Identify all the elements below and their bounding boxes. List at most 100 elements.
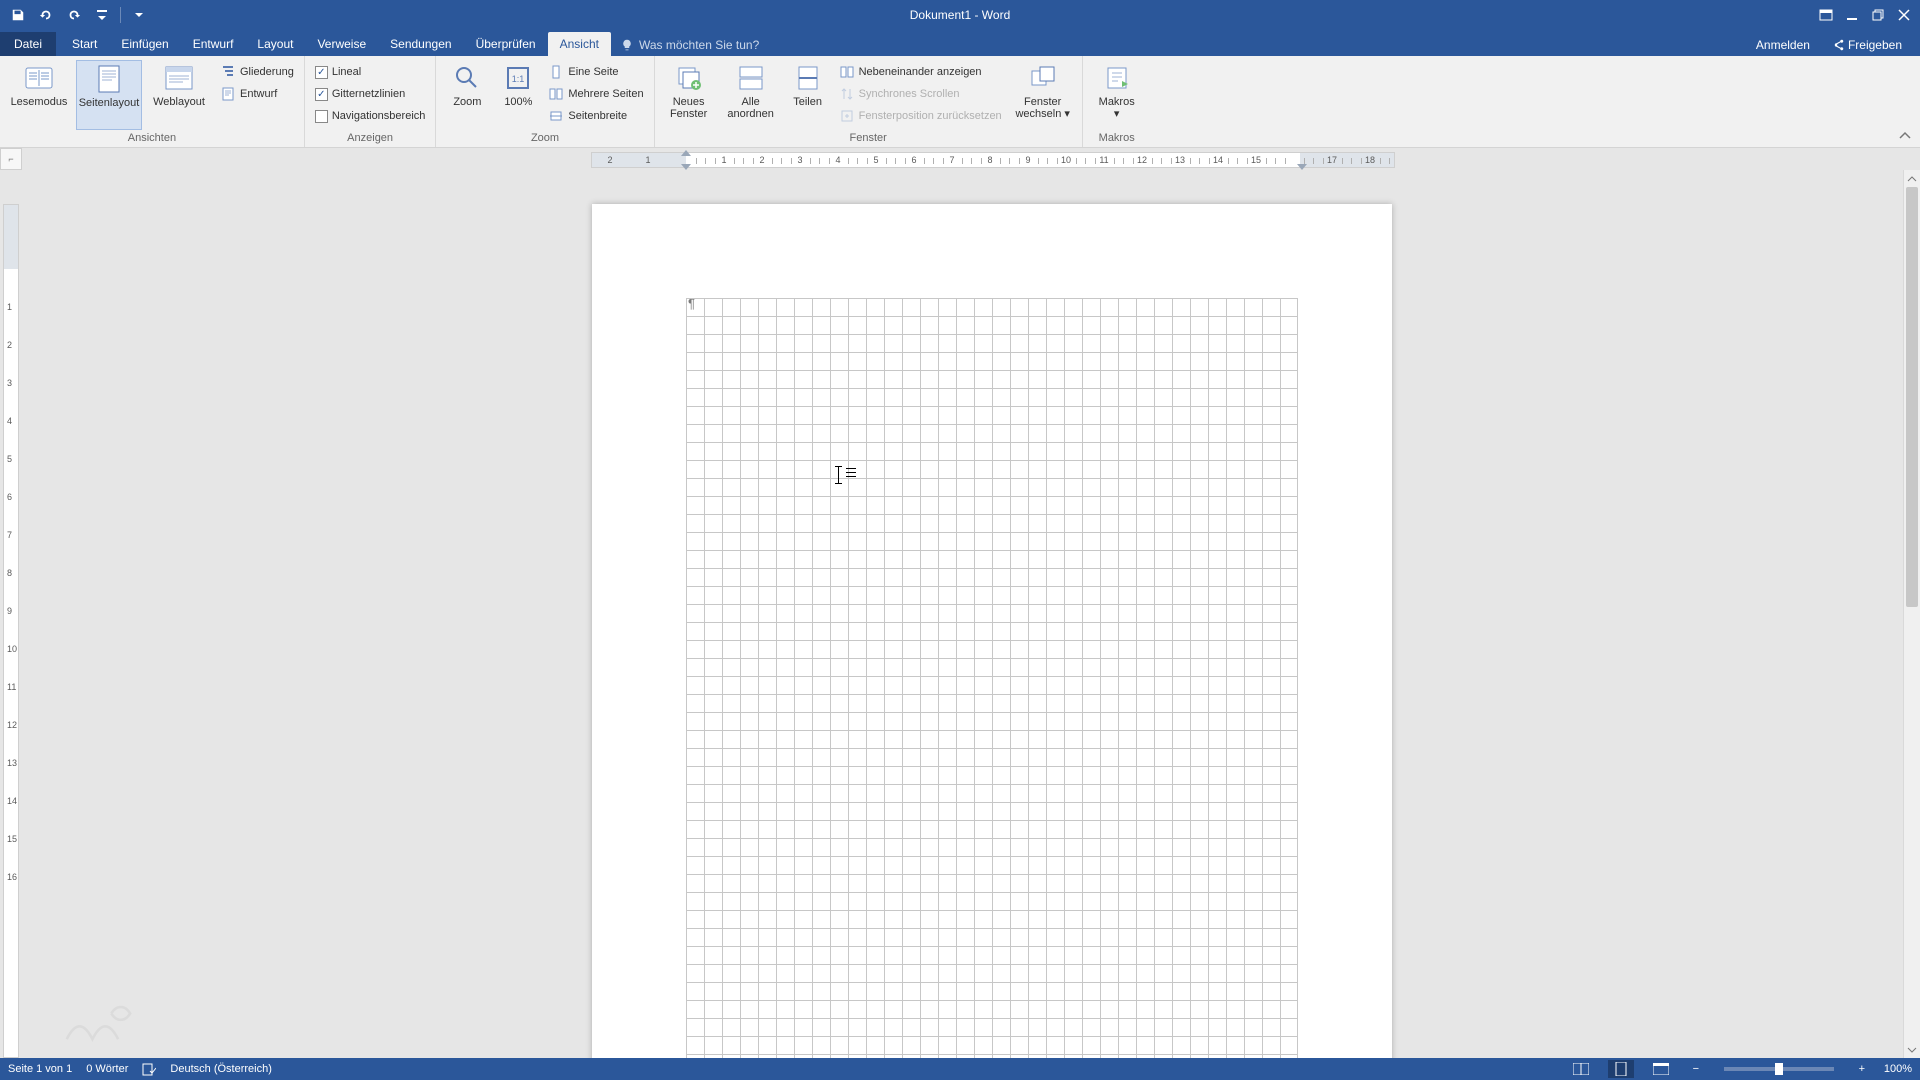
macros-button[interactable]: Makros▾ (1089, 60, 1145, 130)
reset-position-icon (840, 109, 854, 123)
qat-dropdown-button[interactable] (127, 3, 151, 27)
arrange-all-icon (738, 65, 764, 91)
new-window-icon (676, 65, 702, 91)
workspace: 12345678910111213141516 ¶ (0, 170, 1920, 1058)
tab-selector[interactable]: ⌐ (0, 148, 22, 170)
tab-einfuegen[interactable]: Einfügen (109, 32, 180, 56)
read-mode-button[interactable]: Lesemodus (6, 60, 72, 130)
page-number-status[interactable]: Seite 1 von 1 (8, 1063, 72, 1075)
page[interactable]: ¶ (592, 204, 1392, 1058)
one-page-button[interactable]: Eine Seite (544, 62, 647, 82)
group-show-label: Anzeigen (311, 130, 430, 147)
tab-ansicht[interactable]: Ansicht (548, 32, 611, 56)
ruler-checkbox[interactable]: ✓ Lineal (311, 62, 430, 82)
title-bar: Dokument1 - Word (0, 0, 1920, 30)
qat-separator (120, 7, 121, 23)
gridlines-label: Gitternetzlinien (332, 88, 405, 100)
draft-button[interactable]: Entwurf (216, 84, 298, 104)
zoom-button[interactable]: Zoom (442, 60, 492, 130)
spellcheck-status[interactable] (142, 1062, 156, 1076)
print-layout-label: Seitenlayout (79, 97, 140, 109)
tab-ueberpruefen[interactable]: Überprüfen (464, 32, 548, 56)
word-count-status[interactable]: 0 Wörter (86, 1063, 128, 1075)
print-layout-button[interactable]: Seitenlayout (76, 60, 142, 130)
vertical-scrollbar[interactable] (1903, 170, 1920, 1058)
zoom-label: Zoom (453, 96, 481, 108)
group-zoom: Zoom 1:1 100% Eine Seite Mehrere Seiten … (436, 56, 654, 147)
tab-file[interactable]: Datei (0, 32, 56, 56)
new-window-label: Neues Fenster (661, 96, 717, 120)
scroll-thumb[interactable] (1906, 187, 1918, 607)
checkbox-icon (315, 110, 328, 123)
one-page-label: Eine Seite (568, 66, 618, 78)
zoom-level-button[interactable]: 100% (1884, 1063, 1912, 1075)
scroll-up-button[interactable] (1904, 170, 1920, 187)
language-status[interactable]: Deutsch (Österreich) (170, 1063, 271, 1075)
read-mode-view-button[interactable] (1568, 1060, 1594, 1078)
web-layout-button[interactable]: Weblayout (146, 60, 212, 130)
page-width-button[interactable]: Seitenbreite (544, 106, 647, 126)
sync-scroll-icon (840, 87, 854, 101)
zoom-slider[interactable] (1724, 1067, 1834, 1071)
read-mode-icon (25, 66, 53, 90)
signin-link[interactable]: Anmelden (1750, 34, 1816, 56)
tab-start[interactable]: Start (60, 32, 109, 56)
outline-icon (221, 65, 235, 79)
undo-button[interactable] (34, 3, 58, 27)
scroll-track[interactable] (1904, 187, 1920, 1041)
arrange-all-button[interactable]: Alle anordnen (721, 60, 781, 130)
collapse-ribbon-button[interactable] (1896, 129, 1914, 143)
gridlines-checkbox[interactable]: ✓ Gitternetzlinien (311, 84, 430, 104)
lightbulb-icon (621, 39, 633, 51)
page-width-icon (549, 109, 563, 123)
scroll-down-button[interactable] (1904, 1041, 1920, 1058)
switch-windows-label: Fenster wechseln ▾ (1010, 96, 1076, 120)
print-layout-view-button[interactable] (1608, 1060, 1634, 1078)
horizontal-ruler[interactable]: 211234567891011121314151718 (591, 152, 1395, 168)
svg-text:1:1: 1:1 (512, 74, 525, 84)
tab-entwurf[interactable]: Entwurf (181, 32, 246, 56)
tabs-right: Anmelden Freigeben (1750, 34, 1920, 56)
tab-verweise[interactable]: Verweise (305, 32, 378, 56)
qat-customize-button[interactable] (90, 3, 114, 27)
web-layout-view-button[interactable] (1648, 1060, 1674, 1078)
navpane-checkbox[interactable]: Navigationsbereich (311, 106, 430, 126)
checkbox-icon: ✓ (315, 66, 328, 79)
arrange-all-label: Alle anordnen (721, 96, 781, 120)
minimize-button[interactable] (1840, 3, 1864, 27)
switch-windows-button[interactable]: Fenster wechseln ▾ (1010, 60, 1076, 130)
tab-sendungen[interactable]: Sendungen (378, 32, 463, 56)
zoom-in-button[interactable]: + (1854, 1063, 1870, 1075)
split-label: Teilen (793, 96, 822, 108)
multi-page-icon (549, 87, 563, 101)
split-button[interactable]: Teilen (785, 60, 831, 130)
restore-button[interactable] (1866, 3, 1890, 27)
macros-icon (1104, 65, 1130, 91)
read-mode-label: Lesemodus (11, 96, 68, 108)
draft-icon (221, 87, 235, 101)
outline-button[interactable]: Gliederung (216, 62, 298, 82)
share-button[interactable]: Freigeben (1826, 34, 1908, 56)
web-layout-label: Weblayout (153, 96, 205, 108)
new-window-button[interactable]: Neues Fenster (661, 60, 717, 130)
tab-layout[interactable]: Layout (245, 32, 305, 56)
navpane-label: Navigationsbereich (332, 110, 426, 122)
vertical-ruler[interactable]: 12345678910111213141516 (3, 204, 19, 1058)
save-button[interactable] (6, 3, 30, 27)
checkbox-icon: ✓ (315, 88, 328, 101)
group-macros: Makros▾ Makros (1083, 56, 1151, 147)
zoom-slider-knob[interactable] (1775, 1063, 1783, 1075)
web-layout-icon (165, 66, 193, 90)
ribbon-display-options-button[interactable] (1814, 3, 1838, 27)
ruler-label: Lineal (332, 66, 361, 78)
first-line-indent-marker[interactable] (681, 150, 691, 156)
redo-button[interactable] (62, 3, 86, 27)
side-by-side-button[interactable]: Nebeneinander anzeigen (835, 62, 1006, 82)
close-button[interactable] (1892, 3, 1916, 27)
zoom-out-button[interactable]: − (1688, 1063, 1704, 1075)
document-area[interactable]: ¶ (22, 170, 1903, 1058)
ribbon-tabs: Datei Start Einfügen Entwurf Layout Verw… (0, 30, 1920, 56)
zoom-100-button[interactable]: 1:1 100% (496, 60, 540, 130)
tell-me-search[interactable]: Was möchten Sie tun? (611, 34, 769, 56)
multi-page-button[interactable]: Mehrere Seiten (544, 84, 647, 104)
